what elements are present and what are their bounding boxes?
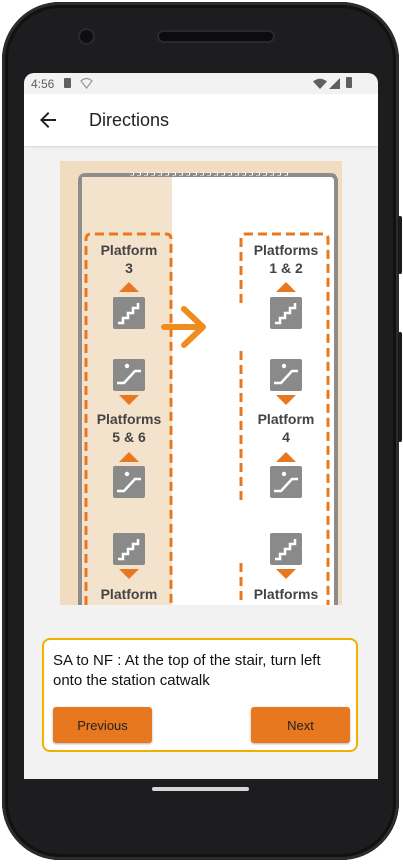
back-arrow-icon[interactable] — [36, 108, 60, 132]
station-map-diagram: Platform 3 Platforms 5 & 6 Platform Plat… — [78, 172, 338, 605]
app-bar: Directions — [24, 94, 378, 146]
volume-button — [398, 332, 402, 442]
screen: 4:56 Directions Platform 3 Platforms 5 &… — [24, 73, 378, 779]
stairs-icon — [270, 533, 302, 565]
wifi-icon — [313, 78, 327, 89]
escalator-icon — [270, 359, 302, 391]
escalator-icon — [113, 359, 145, 391]
directions-card: SA to NF : At the top of the stair, turn… — [42, 638, 358, 752]
sim-card-icon — [64, 78, 71, 88]
platform-4-number: 4 — [282, 429, 290, 445]
station-map: Platform 3 Platforms 5 & 6 Platform Plat… — [60, 161, 342, 605]
battery-icon — [346, 77, 352, 88]
platforms-5-6-label: Platforms — [97, 411, 162, 427]
platforms-1-2-label: Platforms — [254, 242, 319, 258]
platform-bottom-left-label: Platform — [101, 586, 158, 602]
phone-frame: 4:56 Directions Platform 3 Platforms 5 &… — [2, 2, 402, 860]
status-bar: 4:56 — [24, 73, 378, 94]
platforms-bottom-right-label: Platforms — [254, 586, 319, 602]
platform-3-label: Platform — [101, 242, 158, 258]
platform-4-label: Platform — [258, 411, 315, 427]
stairs-icon — [270, 297, 302, 329]
stairs-icon — [113, 297, 145, 329]
platforms-1-2-number: 1 & 2 — [269, 260, 303, 276]
front-camera — [80, 30, 93, 43]
direction-instruction: SA to NF : At the top of the stair, turn… — [53, 652, 321, 689]
platforms-5-6-number: 5 & 6 — [112, 429, 146, 445]
home-gesture-bar[interactable] — [152, 787, 249, 791]
stairs-icon — [113, 533, 145, 565]
escalator-icon — [270, 466, 302, 498]
wifi-off-icon — [80, 77, 93, 89]
earpiece-speaker — [159, 32, 273, 41]
platform-3-number: 3 — [125, 260, 133, 276]
escalator-icon — [113, 466, 145, 498]
signal-icon — [329, 78, 340, 89]
status-time: 4:56 — [31, 77, 55, 91]
page-title: Directions — [89, 110, 170, 130]
next-button[interactable]: Next — [251, 707, 350, 743]
previous-button[interactable]: Previous — [53, 707, 152, 743]
power-button — [398, 216, 402, 274]
